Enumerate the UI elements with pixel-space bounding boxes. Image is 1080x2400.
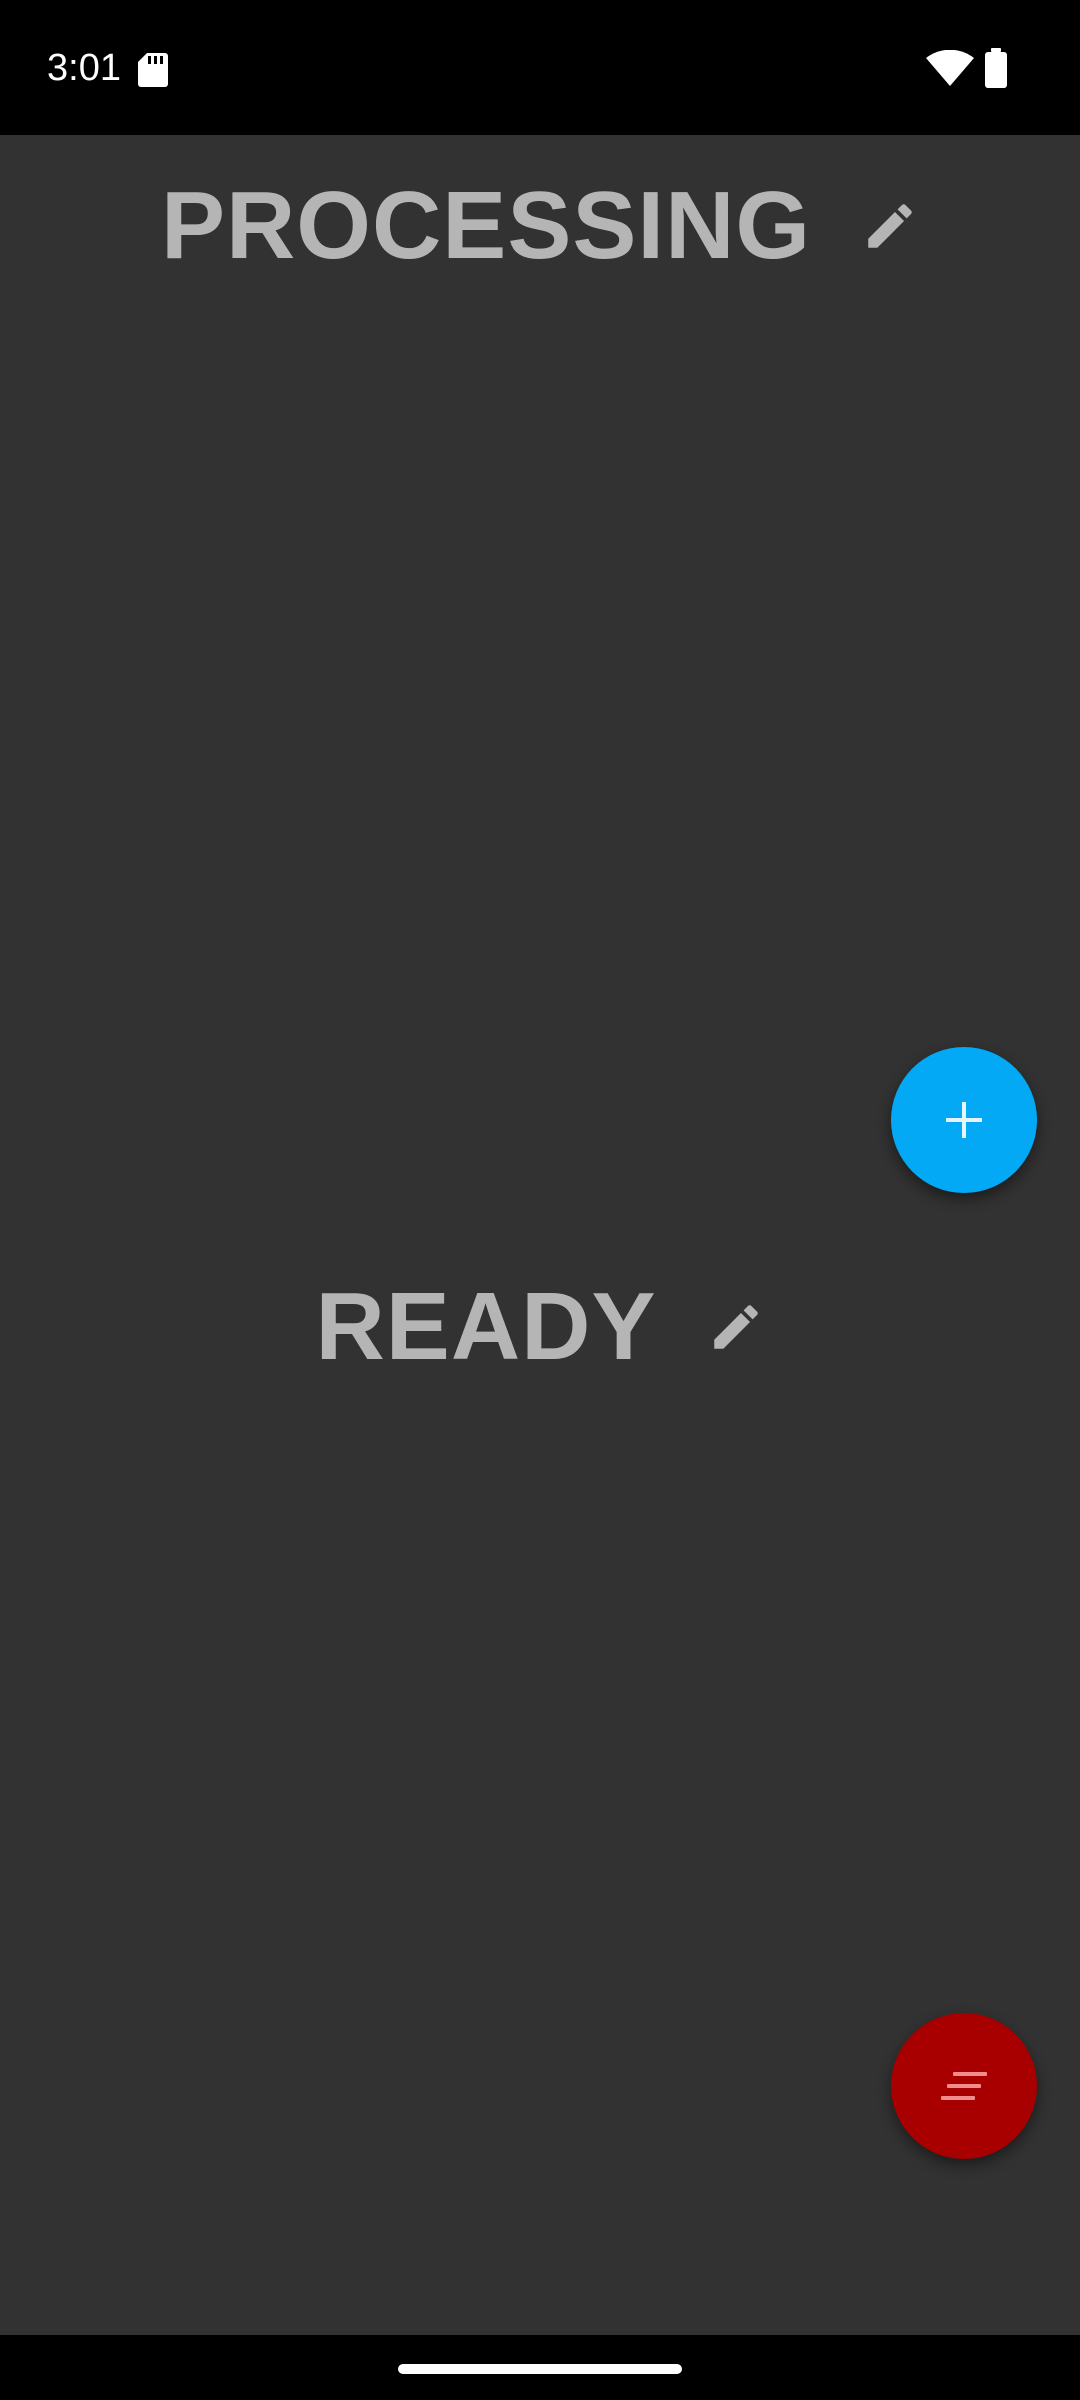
wifi-icon [926, 50, 974, 86]
column-title-ready: READY [315, 1273, 657, 1380]
sd-card-icon [138, 53, 168, 87]
sort-lines-icon [941, 2072, 987, 2100]
plus-icon [946, 1102, 982, 1138]
pencil-icon[interactable] [707, 1298, 765, 1356]
navigation-bar [0, 2335, 1080, 2400]
app-screen: 3:01 PROCESSING READY [0, 0, 1080, 2400]
battery-icon [985, 48, 1007, 88]
sort-menu-button[interactable] [891, 2013, 1037, 2159]
add-card-button[interactable] [891, 1047, 1037, 1193]
column-title-processing: PROCESSING [160, 172, 812, 279]
status-time: 3:01 [47, 47, 121, 89]
pencil-icon[interactable] [861, 197, 919, 255]
board-content: PROCESSING READY [0, 135, 1080, 2335]
status-bar: 3:01 [0, 0, 1080, 135]
home-gesture-handle[interactable] [398, 2364, 682, 2374]
column-header-processing: PROCESSING [0, 171, 1080, 281]
column-header-ready: READY [0, 1272, 1080, 1382]
